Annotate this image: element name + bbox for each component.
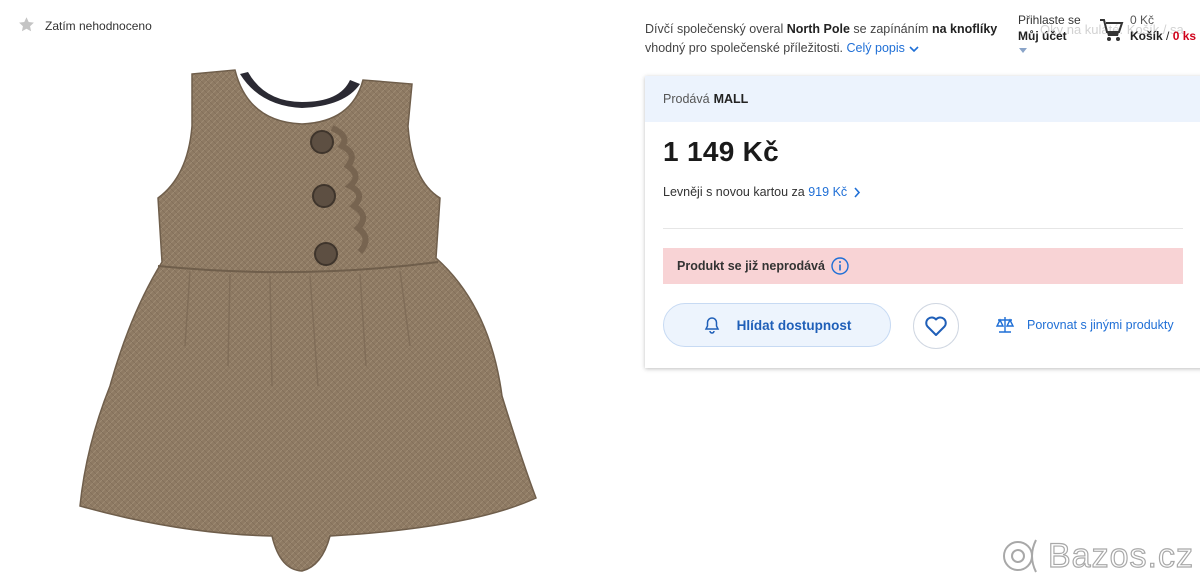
watermark-text: Bazos.cz	[1047, 536, 1194, 575]
seller-name: MALL	[713, 92, 749, 106]
watermark-logo-icon	[1003, 539, 1037, 573]
full-description-link[interactable]: Celý popis	[847, 41, 919, 55]
chevron-down-icon	[909, 46, 919, 52]
divider	[663, 228, 1183, 229]
rating-text: Zatím nehodnoceno	[45, 19, 152, 33]
seller-prefix: Prodává	[663, 92, 710, 106]
bell-icon	[704, 317, 719, 334]
account-menu[interactable]: Přihlaste se Můj účet	[1018, 12, 1081, 53]
compare-label: Porovnat s jinými produkty	[1027, 318, 1174, 332]
cart-count: 0 ks	[1172, 29, 1197, 43]
card-discount-text: Levněji s novou kartou za	[663, 185, 809, 199]
account-dropdown-icon	[1019, 48, 1027, 53]
cart-label: Košík	[1130, 29, 1163, 43]
star-icon	[18, 16, 35, 36]
description-text-1: Dívčí společenský overal	[645, 22, 787, 36]
product-description: Dívčí společenský overal North Pole se z…	[645, 20, 1020, 58]
compare-link[interactable]: Porovnat s jinými produkty	[995, 316, 1174, 334]
cart-sum: 0 Kč	[1130, 13, 1155, 27]
not-sold-alert: Produkt se již neprodává	[663, 248, 1183, 284]
purchase-card: Prodává MALL 1 149 Kč Levněji s novou kar…	[645, 76, 1200, 368]
watermark: Bazos.cz	[1000, 536, 1194, 576]
heart-icon	[925, 316, 947, 336]
scale-icon	[995, 317, 1015, 333]
not-sold-text: Produkt se již neprodává	[677, 259, 825, 273]
watch-availability-button[interactable]: Hlídat dostupnost	[663, 303, 891, 347]
description-brand: North Pole	[786, 22, 850, 36]
cart-icon	[1098, 12, 1124, 46]
login-label: Přihlaste se	[1018, 13, 1081, 27]
my-account-label: Můj účet	[1018, 29, 1067, 43]
description-text-3: vhodný pro společenské příležitosti.	[645, 41, 844, 55]
product-image[interactable]	[60, 66, 550, 576]
chevron-right-icon	[854, 187, 861, 198]
cart-separator: /	[1162, 29, 1173, 43]
description-highlight: na knoflíky	[931, 22, 998, 36]
card-discount-value[interactable]: 919 Kč	[808, 185, 847, 199]
description-text-2: se zapínáním	[849, 22, 932, 36]
price: 1 149 Kč	[663, 136, 780, 167]
card-discount[interactable]: Levněji s novou kartou za 919 Kč	[663, 185, 861, 199]
watch-availability-label: Hlídat dostupnost	[736, 317, 852, 333]
full-description-label: Celý popis	[846, 41, 905, 55]
rating: Zatím nehodnoceno	[18, 16, 152, 36]
info-icon[interactable]	[831, 257, 849, 275]
favorite-button[interactable]	[913, 303, 959, 349]
seller-bar: Prodává MALL	[645, 76, 1200, 122]
cart-widget[interactable]: 0 Kč Košík / 0 ks	[1098, 12, 1196, 46]
